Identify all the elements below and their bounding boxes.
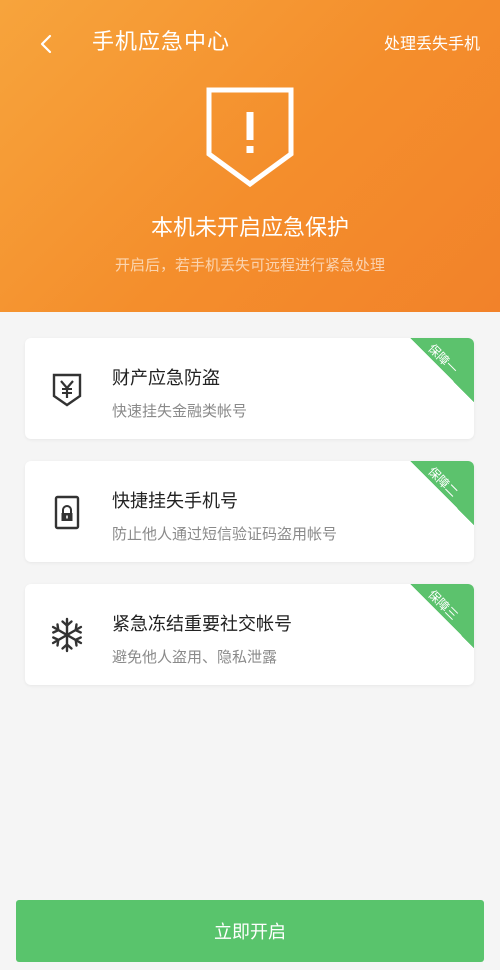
protection-status-description: 开启后，若手机丢失可远程进行紧急处理 [114, 256, 385, 274]
shield-exclamation-icon [205, 86, 295, 188]
back-button[interactable] [28, 24, 64, 64]
top-bar: 手机应急中心 处理丢失手机 [0, 0, 500, 88]
handle-lost-phone-link[interactable]: 处理丢失手机 [384, 32, 480, 56]
guarantee-tag: 保障二 [425, 464, 461, 500]
guarantee-tag: 保障三 [425, 587, 461, 623]
card-property-protection[interactable]: 财产应急防盗 快速挂失金融类帐号 保障一 [25, 338, 474, 439]
card-subtitle: 避免他人盗用、隐私泄露 [112, 648, 278, 666]
page-title: 手机应急中心 [92, 30, 231, 55]
card-title: 紧急冻结重要社交帐号 [112, 614, 292, 635]
guarantee-tag: 保障一 [425, 341, 461, 377]
guarantee-ribbon: 保障一 [410, 338, 474, 402]
enable-now-button[interactable]: 立即开启 [16, 900, 484, 962]
yen-shield-icon [47, 369, 87, 409]
card-report-phone-number[interactable]: 快捷挂失手机号 防止他人通过短信验证码盗用帐号 保障二 [25, 461, 474, 562]
chevron-left-icon [40, 34, 52, 54]
hero-banner: 手机应急中心 处理丢失手机 本机未开启应急保护 开启后，若手机丢失可远程进行紧急… [0, 0, 500, 312]
protection-status-headline: 本机未开启应急保护 [150, 216, 349, 241]
card-title: 快捷挂失手机号 [112, 491, 238, 512]
card-freeze-social-accounts[interactable]: 紧急冻结重要社交帐号 避免他人盗用、隐私泄露 保障三 [25, 584, 474, 685]
card-title: 财产应急防盗 [112, 368, 220, 389]
card-subtitle: 防止他人通过短信验证码盗用帐号 [112, 525, 338, 543]
sim-lock-icon [47, 492, 87, 532]
guarantee-ribbon: 保障二 [410, 461, 474, 525]
card-subtitle: 快速挂失金融类帐号 [112, 402, 248, 420]
snowflake-icon [47, 615, 87, 655]
guarantee-ribbon: 保障三 [410, 584, 474, 648]
